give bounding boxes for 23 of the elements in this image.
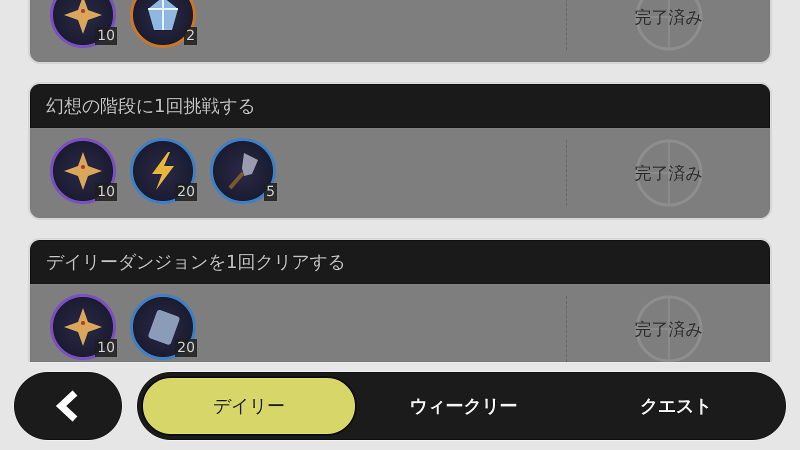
reward-count: 5	[264, 183, 277, 201]
reward-item[interactable]: 20	[130, 294, 196, 360]
completed-label: 完了済み	[634, 318, 702, 340]
reward-item[interactable]: 5	[210, 138, 276, 204]
reward-item[interactable]: 20	[130, 138, 196, 204]
mission-title: デイリーダンジョンを1回クリアする	[46, 251, 346, 274]
reward-item[interactable]: 2	[130, 0, 196, 48]
reward-item[interactable]: 10	[50, 138, 116, 204]
reward-count: 10	[95, 339, 117, 357]
tab[interactable]: ウィークリー	[357, 376, 570, 436]
tab[interactable]: デイリー	[141, 376, 358, 436]
reward-count: 20	[175, 183, 197, 201]
tab[interactable]: クエスト	[570, 376, 782, 436]
mission-title: 幻想の階段に1回挑戦する	[46, 95, 256, 118]
reward-count: 10	[95, 183, 117, 201]
reward-item[interactable]: 10	[50, 294, 116, 360]
reward-count: 20	[175, 339, 197, 357]
reward-count: 2	[184, 27, 197, 45]
reward-count: 10	[95, 27, 117, 45]
completed-label: 完了済み	[634, 6, 702, 28]
completed-label: 完了済み	[634, 162, 702, 184]
reward-item[interactable]: 10	[50, 0, 116, 48]
compass-stamp-icon	[634, 294, 704, 362]
